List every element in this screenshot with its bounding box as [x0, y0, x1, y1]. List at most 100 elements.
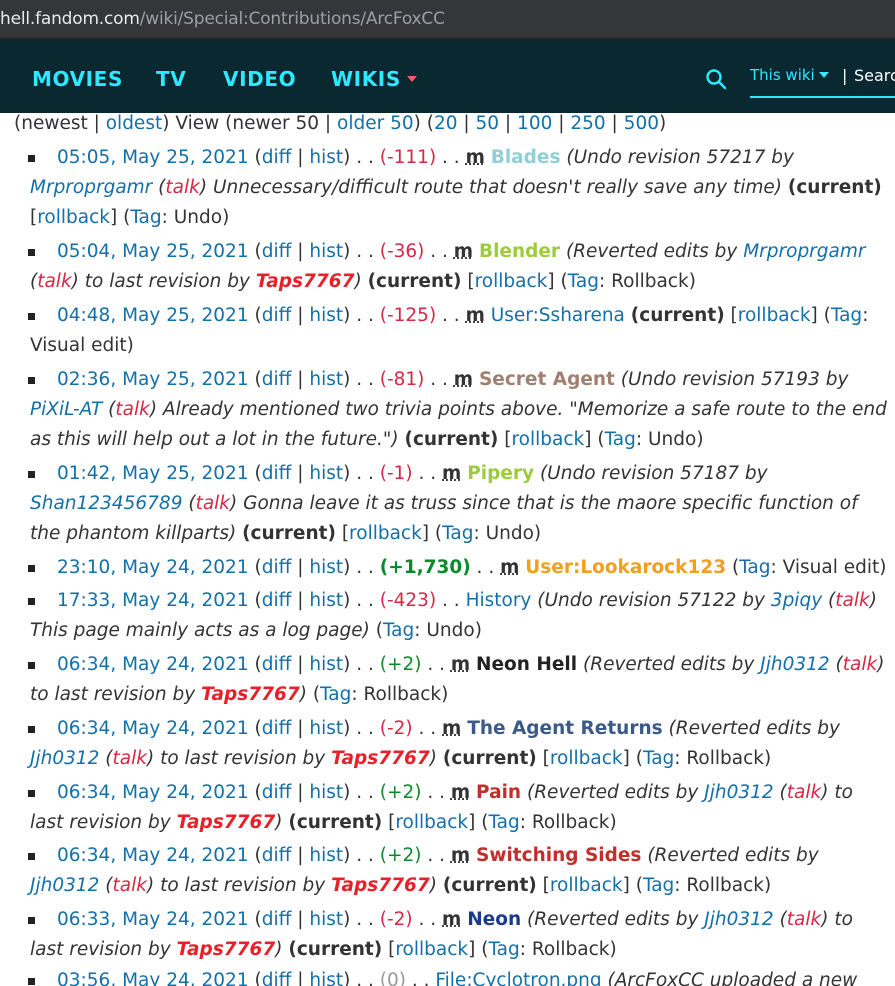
page-link[interactable]: Neon	[467, 909, 521, 930]
diff-link[interactable]: diff	[262, 970, 292, 986]
tag-link[interactable]: Tag	[320, 684, 351, 705]
revision-timestamp-link[interactable]: 17:33, May 24, 2021	[57, 590, 249, 611]
revision-timestamp-link[interactable]: 06:33, May 24, 2021	[57, 909, 249, 930]
page-link[interactable]: File:Cyclotron.png	[435, 970, 601, 986]
page-link[interactable]: User:Lookarock123	[525, 557, 726, 578]
nav-movies[interactable]: MOVIES	[32, 67, 123, 91]
user-link[interactable]: Taps7767	[331, 748, 430, 769]
search-scope-dropdown[interactable]: This wiki	[750, 66, 829, 84]
revision-timestamp-link[interactable]: 06:34, May 24, 2021	[57, 718, 249, 739]
browser-address-bar[interactable]: hell.fandom.com/wiki/Special:Contributio…	[0, 0, 895, 40]
hist-link[interactable]: hist	[309, 782, 343, 803]
user-link[interactable]: 3piqy	[771, 590, 822, 611]
talk-link[interactable]: talk	[115, 399, 149, 420]
diff-link[interactable]: diff	[262, 590, 292, 611]
talk-link[interactable]: talk	[113, 748, 147, 769]
user-link[interactable]: Jjh0312	[704, 782, 773, 803]
diff-link[interactable]: diff	[262, 369, 292, 390]
page-link[interactable]: Blades	[491, 147, 561, 168]
page-link[interactable]: Pipery	[467, 463, 534, 484]
hist-link[interactable]: hist	[309, 147, 343, 168]
search-icon[interactable]	[705, 68, 727, 90]
hist-link[interactable]: hist	[309, 557, 343, 578]
nav-tv[interactable]: TV	[156, 67, 186, 91]
page-link[interactable]: Neon Hell	[476, 654, 577, 675]
tag-link[interactable]: Tag	[831, 305, 862, 326]
diff-link[interactable]: diff	[262, 909, 292, 930]
rollback-link[interactable]: rollback	[395, 812, 468, 833]
hist-link[interactable]: hist	[309, 718, 343, 739]
diff-link[interactable]: diff	[262, 463, 292, 484]
hist-link[interactable]: hist	[309, 654, 343, 675]
user-link[interactable]: Taps7767	[177, 812, 276, 833]
hist-link[interactable]: hist	[309, 463, 343, 484]
tag-link[interactable]: Tag	[488, 939, 519, 960]
rollback-link[interactable]: rollback	[395, 939, 468, 960]
diff-link[interactable]: diff	[262, 241, 292, 262]
tag-link[interactable]: Tag	[383, 620, 414, 641]
talk-link[interactable]: talk	[113, 875, 147, 896]
rollback-link[interactable]: rollback	[738, 305, 811, 326]
talk-link[interactable]: talk	[835, 590, 869, 611]
hist-link[interactable]: hist	[309, 305, 343, 326]
page-link[interactable]: History	[466, 590, 532, 611]
search-input[interactable]: Searc	[854, 66, 895, 85]
hist-link[interactable]: hist	[309, 970, 343, 986]
user-link[interactable]: Taps7767	[256, 271, 355, 292]
hist-link[interactable]: hist	[309, 845, 343, 866]
pager-limit-100[interactable]: 100	[517, 113, 552, 134]
rollback-link[interactable]: rollback	[511, 429, 584, 450]
talk-link[interactable]: talk	[787, 782, 821, 803]
tag-link[interactable]: Tag	[488, 812, 519, 833]
user-link[interactable]: Shan123456789	[30, 493, 182, 514]
revision-timestamp-link[interactable]: 06:34, May 24, 2021	[57, 782, 249, 803]
page-link[interactable]: Blender	[479, 241, 560, 262]
talk-link[interactable]: talk	[843, 654, 877, 675]
revision-timestamp-link[interactable]: 06:34, May 24, 2021	[57, 654, 249, 675]
rollback-link[interactable]: rollback	[475, 271, 548, 292]
revision-timestamp-link[interactable]: 06:34, May 24, 2021	[57, 845, 249, 866]
hist-link[interactable]: hist	[309, 369, 343, 390]
url-text[interactable]: hell.fandom.com/wiki/Special:Contributio…	[0, 9, 445, 29]
diff-link[interactable]: diff	[262, 782, 292, 803]
pager-oldest[interactable]: oldest	[106, 113, 162, 134]
rollback-link[interactable]: rollback	[37, 207, 110, 228]
tag-link[interactable]: Tag	[130, 207, 161, 228]
revision-timestamp-link[interactable]: 03:56, May 24, 2021	[57, 970, 249, 986]
tag-link[interactable]: Tag	[568, 271, 599, 292]
tag-link[interactable]: Tag	[739, 557, 770, 578]
diff-link[interactable]: diff	[262, 654, 292, 675]
tag-link[interactable]: Tag	[643, 748, 674, 769]
user-link[interactable]: Jjh0312	[30, 748, 99, 769]
diff-link[interactable]: diff	[262, 557, 292, 578]
diff-link[interactable]: diff	[262, 718, 292, 739]
rollback-link[interactable]: rollback	[550, 875, 623, 896]
tag-link[interactable]: Tag	[643, 875, 674, 896]
user-link[interactable]: Taps7767	[331, 875, 430, 896]
page-link[interactable]: User:Ssharena	[491, 305, 625, 326]
revision-timestamp-link[interactable]: 02:36, May 25, 2021	[57, 369, 249, 390]
revision-timestamp-link[interactable]: 04:48, May 25, 2021	[57, 305, 249, 326]
pager-limit-500[interactable]: 500	[624, 113, 659, 134]
talk-link[interactable]: talk	[165, 177, 199, 198]
talk-link[interactable]: talk	[196, 493, 230, 514]
diff-link[interactable]: diff	[262, 147, 292, 168]
user-link[interactable]: Taps7767	[201, 684, 300, 705]
rollback-link[interactable]: rollback	[349, 523, 422, 544]
page-link[interactable]: The Agent Returns	[467, 718, 662, 739]
nav-wikis[interactable]: WIKIS	[331, 67, 417, 91]
nav-video[interactable]: VIDEO	[223, 67, 296, 91]
user-link[interactable]: Mrproprgamr	[743, 241, 865, 262]
user-link[interactable]: Mrproprgamr	[30, 177, 152, 198]
talk-link[interactable]: talk	[787, 909, 821, 930]
revision-timestamp-link[interactable]: 23:10, May 24, 2021	[57, 557, 249, 578]
revision-timestamp-link[interactable]: 05:04, May 25, 2021	[57, 241, 249, 262]
page-link[interactable]: Pain	[476, 782, 521, 803]
revision-timestamp-link[interactable]: 01:42, May 25, 2021	[57, 463, 249, 484]
diff-link[interactable]: diff	[262, 305, 292, 326]
page-link[interactable]: Switching Sides	[476, 845, 641, 866]
user-link[interactable]: Jjh0312	[704, 909, 773, 930]
talk-link[interactable]: talk	[37, 271, 71, 292]
pager-newest[interactable]: newest	[21, 113, 88, 134]
tag-link[interactable]: Tag	[605, 429, 636, 450]
